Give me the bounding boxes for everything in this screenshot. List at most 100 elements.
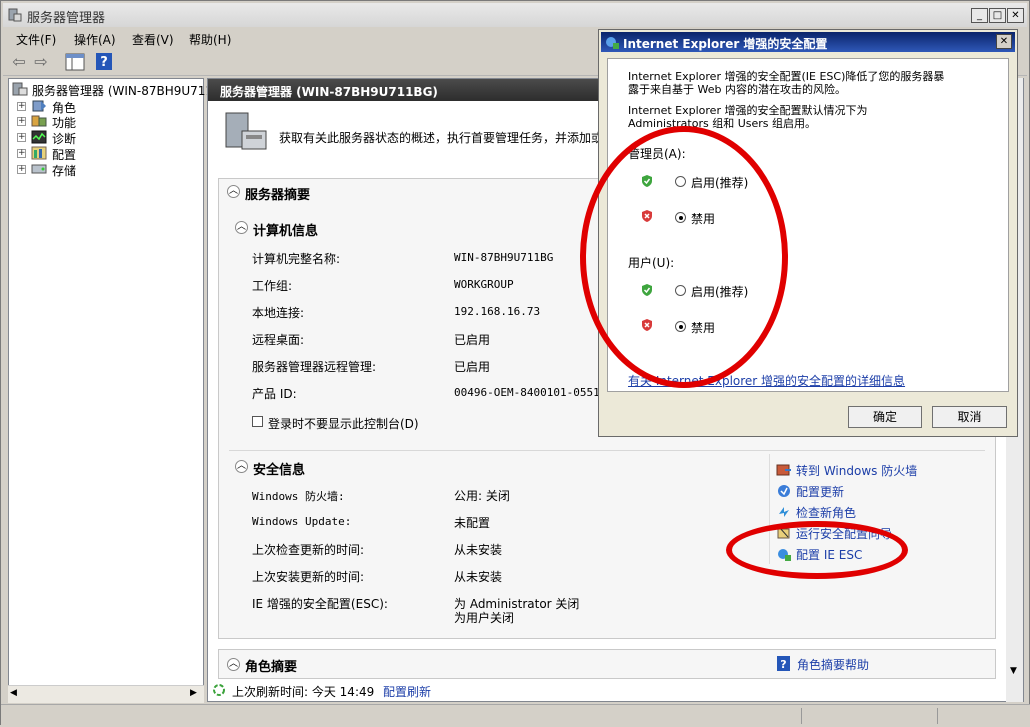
users-enable-radio[interactable]	[675, 285, 686, 296]
action-label[interactable]: 配置更新	[796, 483, 844, 500]
tree-item-diagnostics[interactable]: + 诊断	[17, 130, 197, 146]
close-button[interactable]: ✕	[1007, 8, 1024, 23]
firewall-icon	[776, 464, 791, 476]
security-label: Windows Update:	[252, 515, 352, 528]
info-label: 远程桌面:	[252, 333, 305, 347]
forward-arrow-icon[interactable]: ⇨	[31, 52, 51, 72]
ie-esc-icon	[778, 549, 791, 561]
status-divider	[937, 708, 938, 724]
check-roles-icon	[779, 507, 789, 517]
users-disable-radio[interactable]	[675, 321, 686, 332]
collapse-icon[interactable]: ︿	[227, 185, 240, 198]
menu-view[interactable]: 查看(V)	[132, 31, 174, 48]
server-manager-icon	[8, 8, 22, 22]
security-label: 上次安装更新的时间:	[252, 570, 365, 584]
action-configure-ie-esc[interactable]: 配置 IE ESC	[776, 546, 986, 562]
collapse-icon[interactable]: ︿	[235, 460, 248, 473]
admin-enable-label: 启用(推荐)	[691, 176, 749, 190]
expand-icon[interactable]: +	[17, 133, 26, 142]
status-divider	[801, 708, 802, 724]
tree-item-features[interactable]: + 功能	[17, 114, 197, 130]
windows-update-icon	[778, 485, 790, 497]
scroll-right-icon[interactable]: ▶	[190, 688, 197, 698]
action-configure-updates[interactable]: 配置更新	[776, 483, 986, 499]
computer-info-title: 计算机信息	[253, 224, 319, 239]
users-disable-label: 禁用	[691, 321, 716, 335]
action-security-wizard[interactable]: 运行安全配置向导	[776, 525, 986, 541]
cancel-button[interactable]: 取消	[932, 406, 1007, 428]
server-banner-icon	[225, 112, 267, 150]
admin-label: 管理员(A):	[628, 147, 686, 161]
info-label: 产品 ID:	[252, 387, 297, 401]
role-summary-help-link[interactable]: 角色摘要帮助	[797, 656, 869, 673]
scroll-left-icon[interactable]: ◀	[10, 688, 17, 698]
navigation-tree: 服务器管理器 (WIN-87BH9U711B + 角色 + 功能 + 诊断 + …	[8, 78, 221, 702]
security-label: Windows 防火墙:	[252, 490, 345, 503]
info-value: 00496-OEM-8400101-05519	[454, 386, 607, 399]
tree-item-configuration[interactable]: + 配置	[17, 146, 197, 162]
admin-disable-radio[interactable]	[675, 212, 686, 223]
configuration-icon	[31, 146, 47, 160]
dont-show-checkbox[interactable]	[252, 416, 263, 427]
tree-item-roles[interactable]: + 角色	[17, 99, 197, 115]
ie-esc-icon	[606, 37, 619, 49]
action-label[interactable]: 运行安全配置向导	[796, 525, 892, 542]
collapse-icon[interactable]: ︿	[227, 658, 240, 671]
admin-disable-label: 禁用	[691, 212, 716, 226]
help-icon: ?	[777, 656, 790, 671]
divider	[229, 450, 985, 451]
expand-icon[interactable]: +	[17, 149, 26, 158]
show-hide-tree-icon[interactable]	[65, 53, 85, 71]
action-label[interactable]: 检查新角色	[796, 504, 856, 521]
shield-x-icon	[642, 319, 652, 331]
menu-help[interactable]: 帮助(H)	[189, 31, 231, 48]
help-icon[interactable]: ?	[96, 53, 112, 70]
last-refresh-text: 上次刷新时间: 今天 14:49	[232, 685, 375, 699]
minimize-button[interactable]: _	[971, 8, 988, 23]
action-check-roles[interactable]: 检查新角色	[776, 504, 986, 520]
role-summary-section: ︿ 角色摘要 ? 角色摘要帮助	[218, 649, 996, 679]
dialog-title: Internet Explorer 增强的安全配置	[623, 37, 828, 51]
dialog-para1-line1: Internet Explorer 增强的安全配置(IE ESC)降低了您的服务…	[628, 70, 945, 83]
status-bar	[1, 704, 1030, 727]
security-value: 公用: 关闭	[454, 489, 510, 503]
dialog-title-bar: Internet Explorer 增强的安全配置 ✕	[601, 32, 1015, 52]
svg-text:?: ?	[780, 658, 786, 671]
dialog-para1-line2: 露于来自基于 Web 内容的潜在攻击的风险。	[628, 83, 846, 96]
tree-item-label: 诊断	[52, 132, 77, 146]
admin-enable-radio[interactable]	[675, 176, 686, 187]
refresh-status: 上次刷新时间: 今天 14:49 配置刷新	[207, 680, 1007, 701]
dont-show-label: 登录时不要显示此控制台(D)	[268, 417, 419, 431]
role-summary-title: 角色摘要	[245, 660, 298, 675]
ok-button[interactable]: 确定	[848, 406, 922, 428]
security-value: 未配置	[454, 516, 491, 530]
maximize-button[interactable]: □	[989, 8, 1006, 23]
tree-item-storage[interactable]: + 存储	[17, 162, 197, 178]
more-info-link[interactable]: 有关 Internet Explorer 增强的安全配置的详细信息	[628, 372, 905, 389]
scroll-down-icon[interactable]: ▼	[1010, 666, 1017, 676]
expand-icon[interactable]: +	[17, 102, 26, 111]
expand-icon[interactable]: +	[17, 165, 26, 174]
tree-item-label: 功能	[52, 116, 77, 130]
action-label[interactable]: 转到 Windows 防火墙	[796, 462, 917, 479]
security-actions: 转到 Windows 防火墙 配置更新 检查新角色 运行安全配置向导 配置 IE…	[769, 454, 990, 564]
security-value-line2: 为用户关闭	[454, 611, 515, 625]
window-title: 服务器管理器	[27, 11, 106, 26]
dialog-close-button[interactable]: ✕	[996, 34, 1012, 49]
svg-text:?: ?	[100, 55, 108, 70]
diagnostics-icon	[31, 130, 47, 144]
tree-horizontal-scrollbar[interactable]: ◀ ▶	[8, 685, 204, 703]
back-arrow-icon[interactable]: ⇦	[9, 52, 29, 72]
action-label[interactable]: 配置 IE ESC	[796, 546, 862, 563]
security-wizard-icon	[777, 527, 790, 539]
dialog-para2-line1: Internet Explorer 增强的安全配置默认情况下为	[628, 104, 868, 117]
expand-icon[interactable]: +	[17, 117, 26, 126]
action-firewall[interactable]: 转到 Windows 防火墙	[776, 462, 986, 478]
menu-action[interactable]: 操作(A)	[74, 31, 116, 48]
configure-refresh-link[interactable]: 配置刷新	[383, 683, 431, 700]
security-value: 从未安装	[454, 570, 503, 584]
security-info-title: 安全信息	[253, 463, 306, 478]
info-label: 计算机完整名称:	[252, 252, 341, 266]
menu-file[interactable]: 文件(F)	[16, 31, 56, 48]
collapse-icon[interactable]: ︿	[235, 221, 248, 234]
